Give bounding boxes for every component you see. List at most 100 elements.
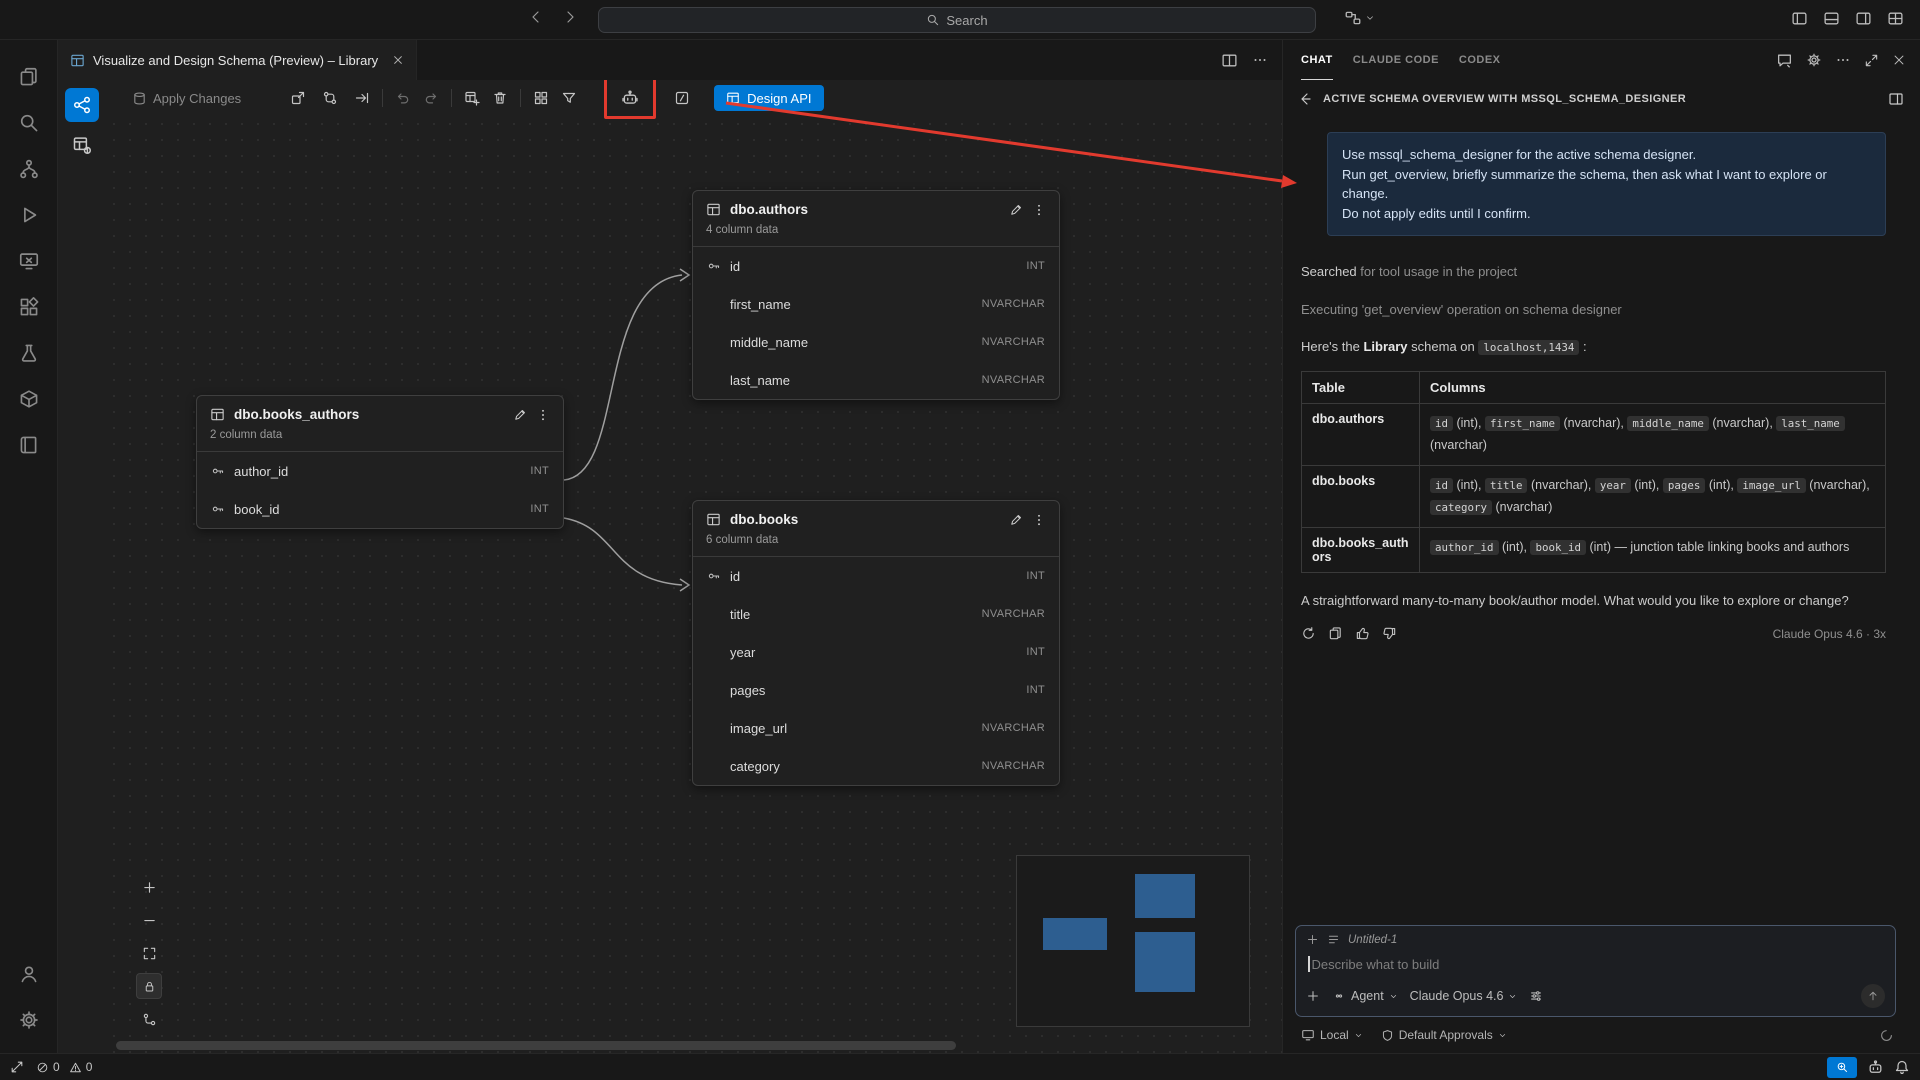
open-in-editor-icon[interactable] xyxy=(348,84,376,112)
auto-layout-icon[interactable] xyxy=(527,84,555,112)
account-icon[interactable] xyxy=(7,951,51,997)
column-row[interactable]: title NVARCHAR xyxy=(693,595,1059,633)
explorer-icon[interactable] xyxy=(7,54,51,100)
column-row[interactable]: author_id INT xyxy=(197,452,563,490)
horizontal-scrollbar[interactable] xyxy=(116,1041,956,1050)
edit-table-icon[interactable] xyxy=(513,408,527,422)
editor-actions-ellipsis-icon[interactable] xyxy=(1252,52,1268,68)
mode-picker[interactable]: Agent xyxy=(1332,989,1398,1003)
copilot-status-icon[interactable] xyxy=(1867,1059,1884,1076)
table-card-authors[interactable]: dbo.authors 4 column data id INT first_n… xyxy=(692,190,1060,400)
chat-settings-gear-icon[interactable] xyxy=(1806,52,1822,68)
apply-changes-button[interactable]: Apply Changes xyxy=(132,91,241,106)
canvas-minimap[interactable] xyxy=(1016,855,1250,1027)
notebook-icon[interactable] xyxy=(7,422,51,468)
chat-close-icon[interactable] xyxy=(1892,53,1906,67)
column-row[interactable]: year INT xyxy=(693,633,1059,671)
fit-to-screen-button[interactable] xyxy=(136,940,162,966)
tab-codex[interactable]: CODEX xyxy=(1459,40,1501,80)
toggle-sidebar-icon[interactable] xyxy=(1791,10,1808,27)
edit-table-icon[interactable] xyxy=(1009,513,1023,527)
back-arrow-icon[interactable] xyxy=(528,9,544,25)
environment-picker[interactable]: Local xyxy=(1301,1028,1363,1042)
redo-icon[interactable] xyxy=(417,84,445,112)
lock-canvas-button[interactable] xyxy=(136,973,162,999)
copy-icon[interactable] xyxy=(1328,626,1343,641)
tab-visualize-schema[interactable]: Visualize and Design Schema (Preview) – … xyxy=(58,40,417,80)
table-card-books[interactable]: dbo.books 6 column data id INT title NVA… xyxy=(692,500,1060,786)
regenerate-icon[interactable] xyxy=(1301,626,1316,641)
problems-indicator[interactable]: 0 0 xyxy=(36,1060,92,1074)
add-context-icon[interactable] xyxy=(1306,933,1319,946)
edit-table-icon[interactable] xyxy=(1009,203,1023,217)
run-debug-icon[interactable] xyxy=(7,192,51,238)
approvals-picker[interactable]: Default Approvals xyxy=(1381,1028,1507,1042)
visualize-schema-icon[interactable] xyxy=(65,88,99,122)
tab-claude-code[interactable]: CLAUDE CODE xyxy=(1353,40,1439,80)
chat-more-ellipsis-icon[interactable] xyxy=(1835,52,1851,68)
model-picker[interactable]: Claude Opus 4.6 xyxy=(1410,989,1518,1003)
filter-icon[interactable] xyxy=(555,84,583,112)
column-row[interactable]: pages INT xyxy=(693,671,1059,709)
diagonal-arrows-icon[interactable] xyxy=(10,1060,24,1074)
toggle-panel-icon[interactable] xyxy=(1823,10,1840,27)
send-button[interactable] xyxy=(1861,984,1885,1008)
auto-arrange-button[interactable] xyxy=(136,1006,162,1032)
zoom-status-button[interactable] xyxy=(1827,1057,1857,1078)
open-chat-in-editor-icon[interactable] xyxy=(1888,91,1904,107)
column-row[interactable]: last_name NVARCHAR xyxy=(693,361,1059,399)
command-search-input[interactable]: Search xyxy=(598,7,1316,33)
user-message: Use mssql_schema_designer for the active… xyxy=(1327,132,1886,236)
context-file-name[interactable]: Untitled-1 xyxy=(1348,934,1397,946)
testing-beaker-icon[interactable] xyxy=(7,330,51,376)
compare-changes-icon[interactable] xyxy=(316,84,344,112)
chat-input-box[interactable]: Untitled-1 Describe what to build Agent xyxy=(1295,925,1896,1017)
undo-icon[interactable] xyxy=(389,84,417,112)
column-row[interactable]: id INT xyxy=(693,557,1059,595)
delete-table-icon[interactable] xyxy=(486,84,514,112)
code-view-icon[interactable] xyxy=(668,84,696,112)
column-row[interactable]: book_id INT xyxy=(197,490,563,528)
column-row[interactable]: middle_name NVARCHAR xyxy=(693,323,1059,361)
design-api-button[interactable]: Design API xyxy=(714,85,823,111)
attach-icon[interactable] xyxy=(1306,989,1320,1003)
tools-sliders-icon[interactable] xyxy=(1529,989,1543,1003)
close-tab-icon[interactable] xyxy=(392,54,404,66)
thumbs-up-icon[interactable] xyxy=(1355,626,1370,641)
split-editor-icon[interactable] xyxy=(1221,52,1238,69)
remote-explorer-icon[interactable] xyxy=(7,238,51,284)
copilot-session-button[interactable] xyxy=(1344,9,1375,27)
toggle-secondary-sidebar-icon[interactable] xyxy=(1855,10,1872,27)
export-script-icon[interactable] xyxy=(284,84,312,112)
table-menu-icon[interactable] xyxy=(1032,203,1046,217)
tab-chat[interactable]: CHAT xyxy=(1301,40,1333,80)
table-name: dbo.authors xyxy=(730,202,1000,217)
forward-arrow-icon[interactable] xyxy=(562,9,578,25)
zoom-out-button[interactable] xyxy=(136,907,162,933)
search-sidebar-icon[interactable] xyxy=(7,100,51,146)
package-cube-icon[interactable] xyxy=(7,376,51,422)
chat-text-input[interactable]: Describe what to build xyxy=(1308,956,1883,972)
column-row[interactable]: category NVARCHAR xyxy=(693,747,1059,785)
column-row[interactable]: id INT xyxy=(693,247,1059,285)
notifications-bell-icon[interactable] xyxy=(1894,1059,1910,1075)
source-control-icon[interactable] xyxy=(7,146,51,192)
table-menu-icon[interactable] xyxy=(1032,513,1046,527)
table-card-books-authors[interactable]: dbo.books_authors 2 column data author_i… xyxy=(196,395,564,529)
copilot-robot-icon[interactable] xyxy=(616,84,644,112)
add-table-icon[interactable] xyxy=(458,84,486,112)
customize-layout-icon[interactable] xyxy=(1887,10,1904,27)
chat-maximize-icon[interactable] xyxy=(1864,53,1879,68)
back-icon[interactable] xyxy=(1297,91,1313,107)
thumbs-down-icon[interactable] xyxy=(1382,626,1397,641)
table-subtitle: 4 column data xyxy=(693,219,1059,247)
column-row[interactable]: image_url NVARCHAR xyxy=(693,709,1059,747)
table-menu-icon[interactable] xyxy=(536,408,550,422)
table-designer-icon[interactable] xyxy=(65,128,99,162)
column-row[interactable]: first_name NVARCHAR xyxy=(693,285,1059,323)
settings-gear-icon[interactable] xyxy=(7,997,51,1043)
chat-sessions-icon[interactable] xyxy=(1776,52,1793,69)
zoom-in-button[interactable] xyxy=(136,874,162,900)
schema-canvas[interactable]: dbo.books_authors 2 column data author_i… xyxy=(106,116,1282,1053)
extensions-icon[interactable] xyxy=(7,284,51,330)
